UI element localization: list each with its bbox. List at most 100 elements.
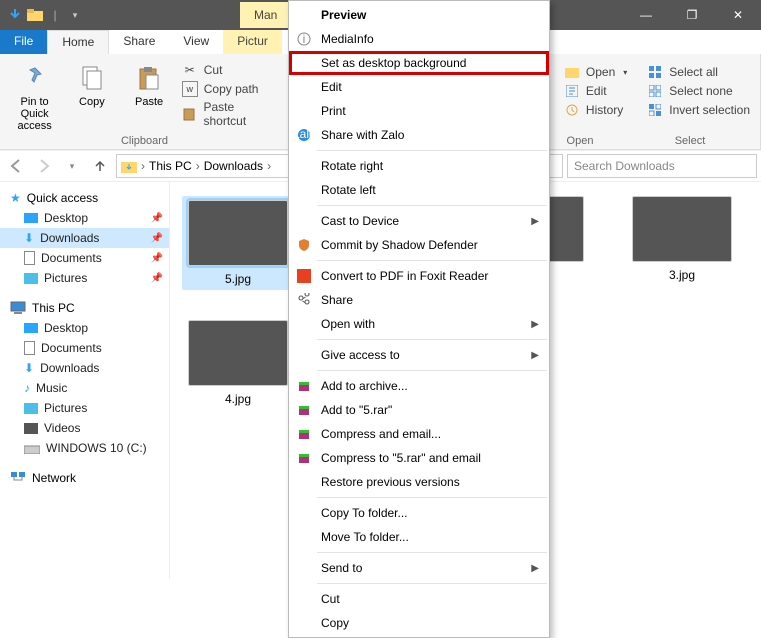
home-tab[interactable]: Home xyxy=(47,30,109,54)
pin-icon: 📌 xyxy=(151,233,163,244)
ctx-shadow-defender[interactable]: Commit by Shadow Defender xyxy=(289,233,549,257)
file-tab[interactable]: File xyxy=(0,30,47,54)
sidebar-item-desktop2[interactable]: Desktop xyxy=(0,318,169,338)
up-button[interactable] xyxy=(88,154,112,178)
file-name: 3.jpg xyxy=(669,268,695,282)
star-icon: ★ xyxy=(10,191,21,205)
ctx-preview[interactable]: Preview xyxy=(289,3,549,27)
edit-icon xyxy=(564,83,580,99)
close-button[interactable]: ✕ xyxy=(715,0,761,30)
edit-button[interactable]: Edit xyxy=(564,83,627,99)
file-item[interactable]: 4.jpg xyxy=(182,320,294,406)
ctx-give-access[interactable]: Give access to▶ xyxy=(289,343,549,367)
sidebar-item-downloads2[interactable]: ⬇Downloads xyxy=(0,358,169,378)
share-tab[interactable]: Share xyxy=(109,30,169,54)
breadcrumb-downloads[interactable]: Downloads xyxy=(204,159,263,173)
search-input[interactable]: Search Downloads xyxy=(567,154,757,178)
sidebar-item-cdrive[interactable]: WINDOWS 10 (C:) xyxy=(0,438,169,458)
sidebar-item-pictures[interactable]: Pictures📌 xyxy=(0,268,169,288)
thumbnail-image xyxy=(188,200,288,266)
recent-button[interactable]: ▾ xyxy=(60,154,84,178)
sidebar-item-desktop[interactable]: Desktop📌 xyxy=(0,208,169,228)
ctx-compress-5rar-email[interactable]: Compress to "5.rar" and email xyxy=(289,446,549,470)
sidebar-item-downloads[interactable]: ⬇Downloads📌 xyxy=(0,228,169,248)
sidebar: ★Quick access Desktop📌 ⬇Downloads📌 Docum… xyxy=(0,182,170,579)
download-icon: ⬇ xyxy=(24,231,34,245)
ctx-share[interactable]: Share xyxy=(289,288,549,312)
paste-shortcut-button[interactable]: Paste shortcut xyxy=(182,100,279,128)
download-arrow-icon[interactable] xyxy=(6,6,24,24)
folder-icon[interactable] xyxy=(26,6,44,24)
open-button[interactable]: Open▾ xyxy=(564,64,627,80)
select-none-button[interactable]: Select none xyxy=(647,83,750,99)
sidebar-item-videos[interactable]: Videos xyxy=(0,418,169,438)
sidebar-quick-access[interactable]: ★Quick access xyxy=(0,188,169,208)
ctx-share-zalo[interactable]: ZaloShare with Zalo xyxy=(289,123,549,147)
ctx-set-desktop-background[interactable]: Set as desktop background xyxy=(289,51,549,75)
desktop-icon xyxy=(24,323,38,333)
view-tab[interactable]: View xyxy=(169,30,223,54)
invert-selection-button[interactable]: Invert selection xyxy=(647,102,750,118)
chevron-right-icon[interactable]: › xyxy=(265,159,273,173)
ctx-restore-versions[interactable]: Restore previous versions xyxy=(289,470,549,494)
picture-tools-tab[interactable]: Pictur xyxy=(223,30,282,54)
ctx-rotate-right[interactable]: Rotate right xyxy=(289,154,549,178)
select-all-button[interactable]: Select all xyxy=(647,64,750,80)
pin-icon xyxy=(19,62,51,94)
ctx-compress-email[interactable]: Compress and email... xyxy=(289,422,549,446)
separator xyxy=(317,339,547,340)
cut-button[interactable]: ✂Cut xyxy=(182,62,279,78)
thumbnail-image xyxy=(632,196,732,262)
file-item[interactable]: 5.jpg xyxy=(182,196,294,290)
copy-button[interactable]: Copy xyxy=(67,58,116,108)
winrar-icon xyxy=(295,449,313,467)
select-group-label: Select xyxy=(630,133,750,147)
ctx-add-to-5rar[interactable]: Add to "5.rar" xyxy=(289,398,549,422)
separator xyxy=(317,370,547,371)
history-button[interactable]: History xyxy=(564,102,627,118)
download-folder-icon xyxy=(121,159,137,173)
minimize-button[interactable]: — xyxy=(623,0,669,30)
ctx-print[interactable]: Print xyxy=(289,99,549,123)
select-all-icon xyxy=(647,64,663,80)
ctx-convert-pdf[interactable]: Convert to PDF in Foxit Reader xyxy=(289,264,549,288)
winrar-icon xyxy=(295,377,313,395)
document-icon xyxy=(24,251,35,265)
sidebar-item-music[interactable]: ♪Music xyxy=(0,378,169,398)
sidebar-item-documents[interactable]: Documents📌 xyxy=(0,248,169,268)
separator xyxy=(317,552,547,553)
separator xyxy=(317,205,547,206)
sidebar-item-pictures2[interactable]: Pictures xyxy=(0,398,169,418)
ctx-edit[interactable]: Edit xyxy=(289,75,549,99)
breadcrumb-thispc[interactable]: This PC xyxy=(149,159,192,173)
back-button[interactable] xyxy=(4,154,28,178)
sidebar-thispc[interactable]: This PC xyxy=(0,298,169,318)
copy-path-button[interactable]: wCopy path xyxy=(182,81,279,97)
forward-button[interactable] xyxy=(32,154,56,178)
ctx-rotate-left[interactable]: Rotate left xyxy=(289,178,549,202)
desktop-icon xyxy=(24,213,38,223)
ctx-cast-to-device[interactable]: Cast to Device▶ xyxy=(289,209,549,233)
sidebar-network[interactable]: Network xyxy=(0,468,169,488)
ctx-move-to-folder[interactable]: Move To folder... xyxy=(289,525,549,549)
ctx-send-to[interactable]: Send to▶ xyxy=(289,556,549,580)
select-none-icon xyxy=(647,83,663,99)
ctx-cut[interactable]: Cut xyxy=(289,587,549,611)
sidebar-item-documents2[interactable]: Documents xyxy=(0,338,169,358)
ctx-copy[interactable]: Copy xyxy=(289,611,549,635)
paste-button[interactable]: Paste xyxy=(125,58,174,108)
ctx-add-archive[interactable]: Add to archive... xyxy=(289,374,549,398)
chevron-right-icon[interactable]: › xyxy=(139,159,147,173)
music-icon: ♪ xyxy=(24,381,30,395)
ctx-open-with[interactable]: Open with▶ xyxy=(289,312,549,336)
pin-to-quick-access-button[interactable]: Pin to Quick access xyxy=(10,58,59,132)
chevron-right-icon: ▶ xyxy=(531,319,539,330)
ctx-mediainfo[interactable]: iMediaInfo xyxy=(289,27,549,51)
chevron-down-icon[interactable]: ▾ xyxy=(66,6,84,24)
ctx-copy-to-folder[interactable]: Copy To folder... xyxy=(289,501,549,525)
chevron-right-icon[interactable]: › xyxy=(194,159,202,173)
pictures-icon xyxy=(24,273,38,284)
file-item[interactable]: 3.jpg xyxy=(626,196,738,290)
invert-selection-icon xyxy=(647,102,663,118)
maximize-button[interactable]: ❐ xyxy=(669,0,715,30)
